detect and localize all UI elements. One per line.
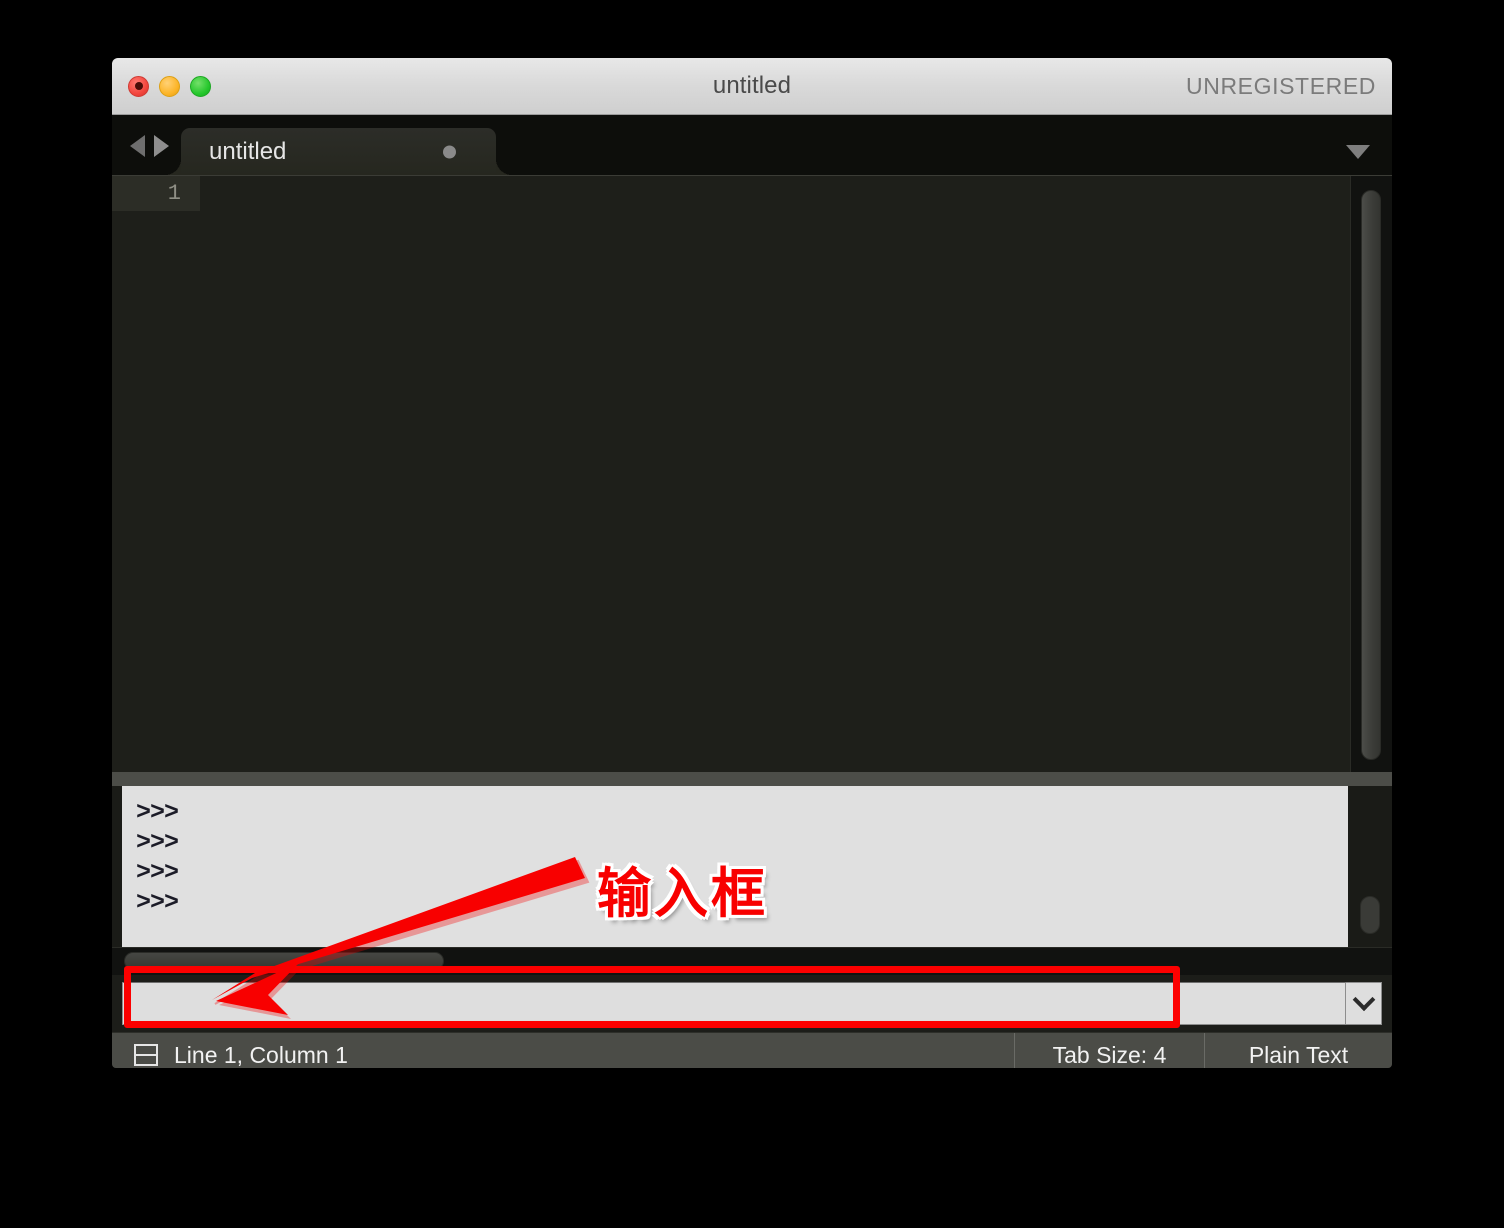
traffic-light-group	[128, 75, 211, 97]
cursor-position-label: Line 1, Column 1	[174, 1041, 348, 1068]
split-panes-icon[interactable]	[134, 1044, 158, 1066]
console-output[interactable]: >>> >>> >>> >>>	[122, 786, 1348, 947]
syntax-mode-button[interactable]: Plain Text	[1204, 1033, 1392, 1068]
minimize-button[interactable]	[159, 75, 180, 97]
tab-size-button[interactable]: Tab Size: 4	[1014, 1033, 1204, 1068]
sublime-text-window: untitled UNREGISTERED untitled 1 >>> >>>…	[112, 58, 1392, 1068]
status-cursor-group: Line 1, Column 1	[112, 1042, 1014, 1069]
triangle-down-icon[interactable]	[1346, 145, 1370, 159]
triangle-left-icon[interactable]	[130, 135, 145, 157]
close-button[interactable]	[128, 75, 149, 97]
status-bar: Line 1, Column 1 Tab Size: 4 Plain Text	[112, 1032, 1392, 1068]
console-line: >>>	[136, 858, 179, 887]
console-pane: >>> >>> >>> >>>	[112, 786, 1392, 947]
screenshot-stage: untitled UNREGISTERED untitled 1 >>> >>>…	[0, 0, 1504, 1228]
console-line: >>>	[136, 888, 179, 917]
pane-divider[interactable]	[112, 772, 1392, 786]
command-input-row	[112, 975, 1392, 1032]
unsaved-dot-icon[interactable]	[443, 145, 456, 158]
command-history-dropdown[interactable]	[1346, 982, 1382, 1025]
tab-size-label: Tab Size: 4	[1052, 1041, 1167, 1068]
editor-pane: 1	[112, 175, 1392, 772]
zoom-button[interactable]	[190, 75, 211, 97]
horizontal-scrollbar-thumb[interactable]	[124, 952, 444, 970]
line-number-gutter: 1	[112, 176, 200, 772]
code-text-area[interactable]	[200, 176, 1392, 772]
console-line: >>>	[136, 798, 179, 827]
line-number: 1	[112, 176, 200, 211]
license-status-label: UNREGISTERED	[1186, 72, 1376, 99]
tab-bar: untitled	[112, 115, 1392, 175]
console-horizontal-scrollbar[interactable]	[112, 947, 1392, 975]
editor-scrollbar-thumb[interactable]	[1361, 190, 1381, 760]
window-titlebar: untitled UNREGISTERED	[112, 58, 1392, 115]
chevron-down-icon	[1352, 987, 1375, 1011]
console-vertical-scrollbar[interactable]	[1360, 896, 1380, 934]
command-input[interactable]	[122, 982, 1346, 1025]
tab-untitled[interactable]: untitled	[165, 128, 512, 175]
syntax-label: Plain Text	[1248, 1041, 1349, 1068]
tab-label: untitled	[209, 137, 287, 165]
editor-vertical-scrollbar[interactable]	[1350, 176, 1392, 772]
triangle-right-icon[interactable]	[154, 135, 169, 157]
console-line: >>>	[136, 828, 179, 857]
